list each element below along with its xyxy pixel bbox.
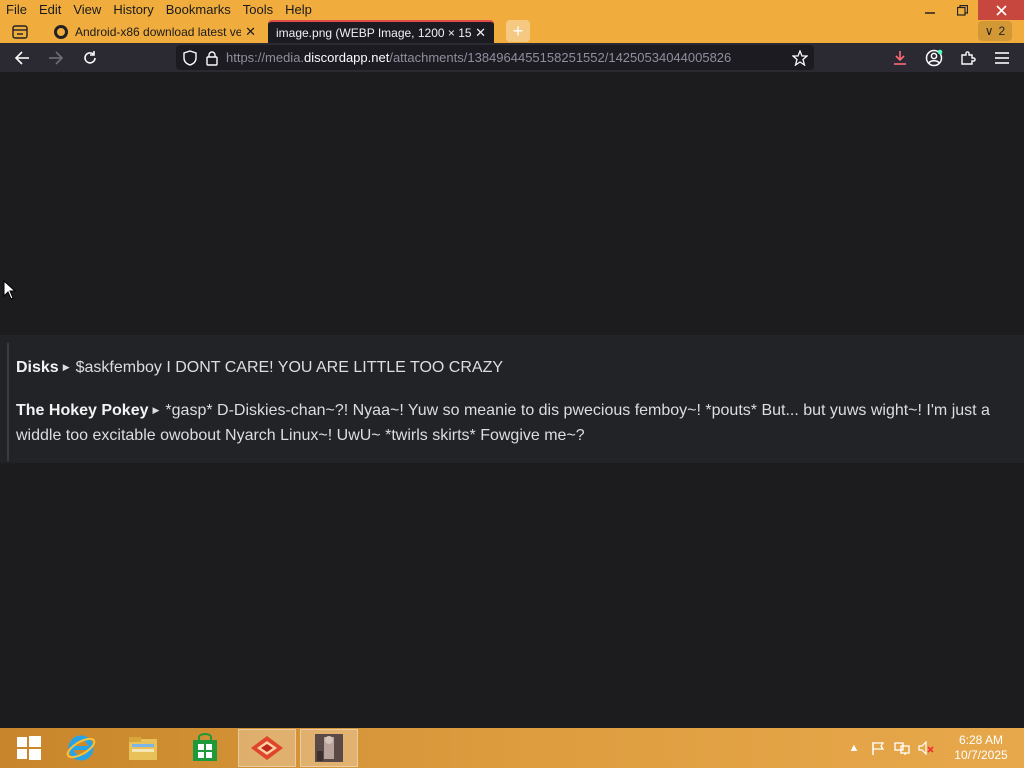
address-bar[interactable]: https://media.discordapp.net/attachments… — [176, 45, 814, 70]
hamburger-menu-icon — [995, 52, 1009, 64]
store-bag-icon — [193, 733, 217, 761]
image-thumbnail-icon — [315, 734, 343, 762]
screenshot-image: Disks ▶ $askfemboy I DONT CARE! YOU ARE LI… — [0, 335, 1024, 463]
message-author: The Hokey Pokey — [16, 402, 149, 419]
taskbar-store[interactable] — [176, 729, 234, 767]
tab-strip: Android-x86 download latest ve ✕ image.p… — [0, 20, 1024, 43]
download-icon — [894, 51, 906, 65]
windows-taskbar: ▲ 6:28 AM 10/7/2025 — [0, 728, 1024, 768]
forward-arrow-icon — [49, 51, 64, 65]
page-favicon-icon — [54, 24, 68, 39]
lock-icon[interactable] — [203, 49, 221, 67]
list-all-tabs-button[interactable]: ∨ 2 — [978, 21, 1012, 41]
start-button[interactable] — [0, 729, 58, 767]
mouse-cursor-icon — [3, 280, 17, 300]
downloads-button[interactable] — [888, 46, 912, 70]
url-domain: discordapp.net — [304, 50, 390, 65]
network-icon[interactable] — [890, 728, 914, 768]
forward-button[interactable] — [44, 46, 68, 70]
message-text: $askfemboy I DONT CARE! YOU ARE LITTLE T… — [75, 359, 504, 376]
tabs-count: 2 — [998, 24, 1006, 38]
minimize-button[interactable] — [914, 0, 946, 20]
message-author: Disks — [16, 359, 59, 376]
menu-file[interactable]: File — [0, 0, 33, 20]
menu-bar: File Edit View History Bookmarks Tools H… — [0, 0, 318, 20]
tab-android-x86[interactable]: Android-x86 download latest ve ✕ — [46, 20, 264, 43]
menu-history[interactable]: History — [107, 0, 159, 20]
internet-explorer-icon — [66, 735, 96, 761]
taskbar-firefox[interactable] — [238, 729, 296, 767]
page-viewport[interactable]: Disks ▶ $askfemboy I DONT CARE! YOU ARE LI… — [0, 72, 1024, 728]
tab-close-icon[interactable]: ✕ — [245, 24, 256, 40]
clock-date: 10/7/2025 — [954, 748, 1008, 762]
menu-help[interactable]: Help — [279, 0, 318, 20]
menu-bookmarks[interactable]: Bookmarks — [160, 0, 237, 20]
account-button[interactable] — [922, 46, 946, 70]
reload-button[interactable] — [78, 46, 102, 70]
browser-app-icon — [251, 736, 283, 760]
tab-title: Android-x86 download latest ve — [75, 24, 242, 39]
firefox-view-button[interactable] — [8, 22, 32, 42]
menu-tools[interactable]: Tools — [237, 0, 279, 20]
volume-muted-icon[interactable] — [914, 728, 938, 768]
back-arrow-icon — [14, 51, 29, 65]
tracking-protection-shield-icon[interactable] — [181, 49, 199, 67]
puzzle-piece-icon — [961, 51, 976, 65]
windows-logo-icon — [17, 736, 41, 760]
restore-button[interactable] — [946, 0, 978, 20]
folder-icon — [129, 737, 157, 760]
menu-view[interactable]: View — [67, 0, 107, 20]
url-path: /attachments/1384964455158251552/1425053… — [389, 50, 732, 65]
show-hidden-icons-chevron-up-icon[interactable]: ▲ — [842, 728, 866, 768]
system-tray: ▲ 6:28 AM 10/7/2025 — [842, 728, 1024, 768]
reload-icon — [84, 51, 96, 64]
play-arrow-icon: ▶ — [152, 405, 160, 415]
tab-title: image.png (WEBP Image, 1200 × 15 — [276, 25, 472, 40]
firefox-view-icon — [12, 25, 28, 39]
taskbar-image-window[interactable] — [300, 729, 358, 767]
chat-message: Disks ▶ $askfemboy I DONT CARE! YOU ARE LI… — [16, 355, 1016, 380]
window-close-button[interactable] — [978, 0, 1024, 20]
minimize-icon — [925, 12, 935, 14]
url-prefix: https://media. — [226, 50, 305, 65]
taskbar-file-explorer[interactable] — [114, 729, 172, 767]
tab-image-png[interactable]: image.png (WEBP Image, 1200 × 15 ✕ — [268, 20, 494, 43]
new-tab-button[interactable]: + — [506, 20, 530, 42]
chevron-down-icon: ∨ — [984, 24, 994, 38]
chat-message: The Hokey Pokey ▶ *gasp* D-Diskies-chan~?!… — [16, 398, 1016, 448]
url-text[interactable]: https://media.discordapp.net/attachments… — [226, 45, 782, 70]
bookmark-star-icon[interactable] — [791, 49, 809, 67]
system-clock[interactable]: 6:28 AM 10/7/2025 — [946, 733, 1016, 763]
clock-time: 6:28 AM — [958, 733, 1004, 747]
restore-icon — [956, 4, 968, 16]
close-icon — [995, 4, 1007, 16]
browser-title-bar: File Edit View History Bookmarks Tools H… — [0, 0, 1024, 43]
window-controls — [914, 0, 1024, 20]
play-arrow-icon: ▶ — [62, 362, 70, 372]
navigation-toolbar: https://media.discordapp.net/attachments… — [0, 43, 1024, 72]
back-button[interactable] — [10, 46, 34, 70]
taskbar-internet-explorer[interactable] — [52, 729, 110, 767]
plus-icon: + — [512, 20, 524, 41]
action-center-flag-icon[interactable] — [866, 728, 890, 768]
message-group-border — [7, 343, 9, 461]
extensions-button[interactable] — [956, 46, 980, 70]
menu-edit[interactable]: Edit — [33, 0, 67, 20]
tab-close-icon[interactable]: ✕ — [475, 25, 486, 41]
app-menu-button[interactable] — [990, 46, 1014, 70]
message-text: *gasp* D-Diskies-chan~?! Nyaa~! Yuw so m… — [16, 402, 990, 444]
account-icon — [925, 49, 943, 67]
